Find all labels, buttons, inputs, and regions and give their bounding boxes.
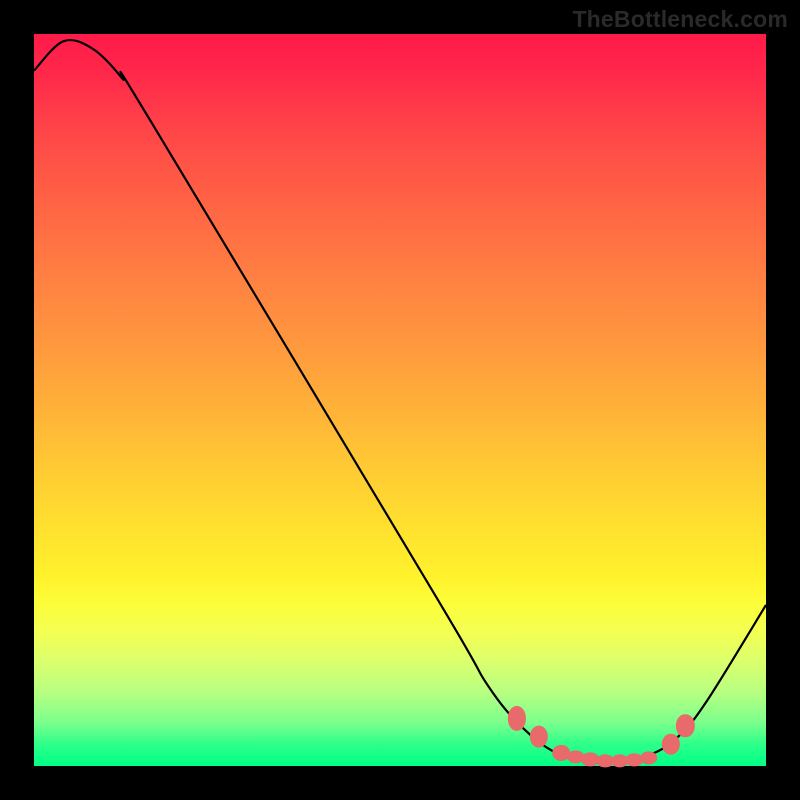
watermark-text: TheBottleneck.com xyxy=(572,6,788,33)
data-dot xyxy=(508,706,526,730)
data-dot xyxy=(676,714,694,737)
data-dot xyxy=(530,725,548,748)
data-dot xyxy=(640,751,658,764)
chart-plot-area xyxy=(34,34,766,766)
bottleneck-curve xyxy=(34,40,766,762)
chart-curve xyxy=(34,34,766,766)
data-dot xyxy=(662,734,680,754)
